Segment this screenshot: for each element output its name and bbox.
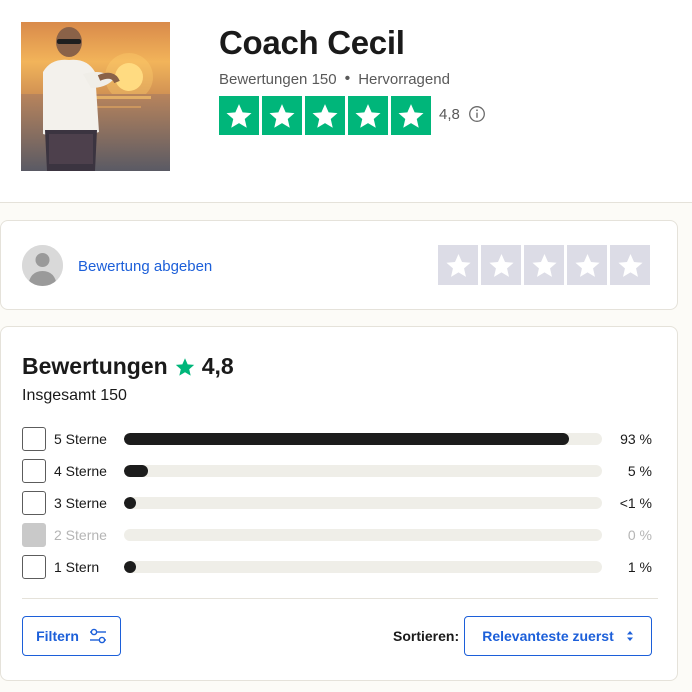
- distribution-bar: [124, 433, 602, 445]
- star-icon[interactable]: [567, 245, 607, 285]
- star-icon: [391, 96, 431, 135]
- distribution-bar: [124, 465, 602, 477]
- rating-score: 4,8: [439, 106, 460, 123]
- reviews-total: Insgesamt 150: [22, 387, 127, 404]
- filter-button[interactable]: Filtern: [22, 616, 121, 656]
- star-icon[interactable]: [481, 245, 521, 285]
- distribution-percent: 93 %: [620, 431, 652, 447]
- star-icon: [219, 96, 259, 135]
- info-icon[interactable]: [468, 105, 486, 123]
- business-meta: Bewertungen 150 • Hervorragend: [219, 70, 450, 88]
- reviews-score: 4,8: [201, 353, 234, 379]
- distribution-bar-fill: [124, 561, 136, 573]
- star-icon[interactable]: [438, 245, 478, 285]
- distribution-row[interactable]: 1 Stern 1 %: [22, 555, 658, 579]
- sort-label: Sortieren:: [393, 628, 460, 644]
- rating-input-stars[interactable]: [438, 245, 650, 285]
- distribution-bar: [124, 561, 602, 573]
- business-name: Coach Cecil: [219, 24, 405, 61]
- filter-button-label: Filtern: [36, 628, 79, 644]
- star-icon: [305, 96, 345, 135]
- reviews-title-text: Bewertungen: [22, 353, 168, 379]
- distribution-row: 2 Sterne 0 %: [22, 523, 658, 547]
- distribution-percent: 1 %: [627, 559, 652, 575]
- distribution-bar-fill: [124, 497, 136, 509]
- distribution-label: 5 Sterne: [54, 431, 107, 447]
- distribution-row[interactable]: 3 Sterne <1 %: [22, 491, 658, 515]
- write-review-card: Bewertung abgeben: [0, 220, 678, 310]
- star-filter-checkbox[interactable]: [22, 427, 46, 451]
- distribution-label: 1 Stern: [54, 559, 100, 575]
- review-count-link[interactable]: Bewertungen 150: [219, 71, 337, 88]
- distribution-row[interactable]: 5 Sterne 93 %: [22, 427, 658, 451]
- distribution-label: 2 Sterne: [54, 527, 107, 543]
- distribution-bar: [124, 497, 602, 509]
- distribution-percent: <1 %: [619, 495, 652, 511]
- sort-value: Relevanteste zuerst: [482, 628, 614, 644]
- sort-dropdown[interactable]: Relevanteste zuerst: [464, 616, 652, 656]
- reviews-summary-card: Bewertungen 4,8 Insgesamt 150 5 Sterne 9…: [0, 326, 678, 681]
- distribution-label: 3 Sterne: [54, 495, 107, 511]
- distribution-bar: [124, 529, 602, 541]
- star-icon: [348, 96, 388, 135]
- star-filter-checkbox[interactable]: [22, 555, 46, 579]
- user-avatar: [22, 245, 63, 286]
- star-icon: [175, 357, 194, 376]
- divider: [22, 598, 658, 599]
- star-filter-checkbox: [22, 523, 46, 547]
- business-header: Coach Cecil Bewertungen 150 • Hervorrage…: [0, 0, 692, 203]
- profile-photo: [21, 22, 170, 171]
- distribution-label: 4 Sterne: [54, 463, 107, 479]
- distribution-row[interactable]: 4 Sterne 5 %: [22, 459, 658, 483]
- star-icon[interactable]: [524, 245, 564, 285]
- distribution-percent: 0 %: [627, 527, 652, 543]
- star-filter-checkbox[interactable]: [22, 459, 46, 483]
- distribution-percent: 5 %: [627, 463, 652, 479]
- distribution-bar-fill: [124, 433, 569, 445]
- write-review-link[interactable]: Bewertung abgeben: [78, 258, 212, 275]
- separator-dot: •: [344, 70, 351, 87]
- star-filter-checkbox[interactable]: [22, 491, 46, 515]
- rating-word: Hervorragend: [358, 70, 450, 88]
- distribution-bar-fill: [124, 465, 148, 477]
- star-icon[interactable]: [610, 245, 650, 285]
- sliders-icon: [89, 628, 106, 644]
- rating-stars: [219, 96, 431, 135]
- star-icon: [262, 96, 302, 135]
- up-down-arrows-icon: [626, 631, 633, 641]
- reviews-heading: Bewertungen 4,8: [22, 353, 234, 380]
